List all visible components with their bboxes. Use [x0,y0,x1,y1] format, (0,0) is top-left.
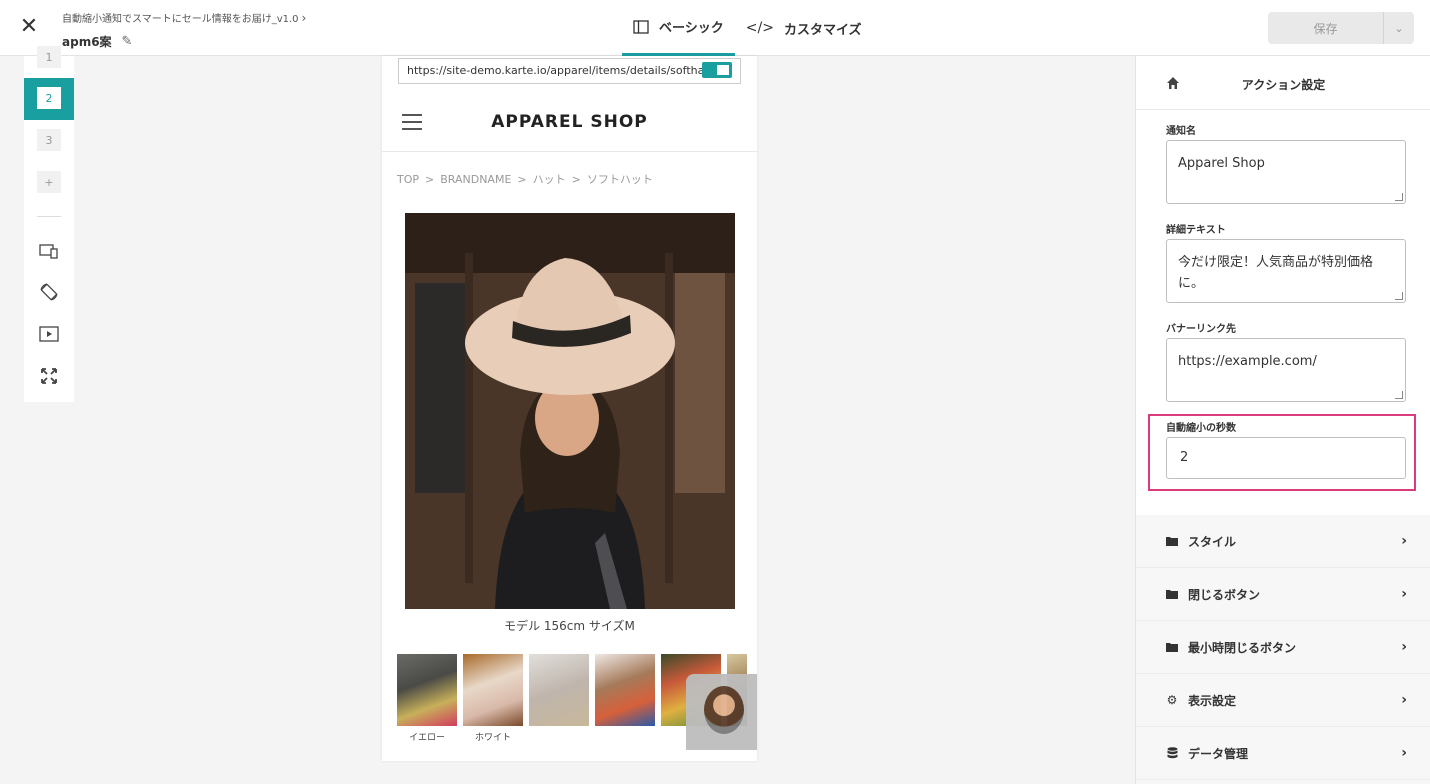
rotate-icon[interactable] [37,280,61,304]
thumbnail-label [529,730,589,742]
campaign-title[interactable]: 自動縮小通知でスマートにセール情報をお届け_v1.0 › [62,10,306,25]
database-icon [1166,747,1178,759]
variant-name: apm6案 [62,35,112,49]
panel-title: アクション設定 [1241,78,1326,92]
notification-name-field[interactable]: Apparel Shop [1166,140,1406,204]
shop-title: APPAREL SHOP [491,112,648,132]
banner-link-field[interactable]: https://example.com/ [1166,338,1406,402]
thumbnail-label: ホワイト [474,733,511,743]
resize-handle[interactable] [1395,391,1403,399]
mode-tabs: ベーシック </> カスタマイズ [622,0,873,56]
breadcrumb-separator: > [425,173,435,186]
thumbnail-image [595,654,655,726]
thumbnail-label [595,730,655,742]
section-label: スタイル [1188,534,1237,549]
chevron-right-icon: › [1401,533,1407,549]
notification-thumbnail [704,686,744,734]
device-toggle-icon[interactable] [37,239,61,263]
site-header: APPAREL SHOP [382,94,757,152]
pencil-icon[interactable]: ✎ [122,34,133,49]
tab-customize-label: カスタマイズ [783,22,862,38]
save-button[interactable]: 保存 [1268,12,1384,44]
section-close-button[interactable]: 閉じるボタン › [1136,568,1430,621]
step-2-button[interactable]: 2 [37,87,61,109]
site-preview: https://site-demo.karte.io/apparel/items… [382,56,757,761]
notification-name-label: 通知名 [1166,126,1196,137]
section-label: 最小時閉じるボタン [1188,640,1297,655]
variant-name-row: apm6案 ✎ [62,33,306,50]
chevron-right-icon: › [1401,745,1407,761]
section-minimized-close-button[interactable]: 最小時閉じるボタン › [1136,621,1430,674]
tab-customize[interactable]: </> カスタマイズ [735,0,873,56]
thumbnail-3[interactable] [529,654,589,742]
breadcrumb: TOP > BRANDNAME > ハット > ソフトハット [397,171,653,187]
step-1-button[interactable]: 1 [37,46,61,68]
chevron-right-icon: › [1401,639,1407,655]
chevron-down-icon[interactable]: ⌄ [1384,12,1414,44]
layout-icon [633,19,649,34]
settings-sections: スタイル › 閉じるボタン › 最小時閉じるボタン › ⚙ 表示設定 › データ… [1136,515,1430,784]
gear-icon: ⚙ [1166,693,1178,707]
banner-link-value: https://example.com/ [1178,354,1317,369]
top-header: ✕ 自動縮小通知でスマートにセール情報をお届け_v1.0 › apm6案 ✎ ベー… [0,0,1430,56]
section-label: データ管理 [1188,746,1249,761]
resize-handle[interactable] [1395,193,1403,201]
url-toggle-switch[interactable] [702,62,732,78]
breadcrumb-separator: > [517,173,527,186]
breadcrumb-separator: > [571,173,581,186]
action-settings-panel: アクション設定 通知名 Apparel Shop 詳細テキスト 今だけ限定！人気… [1135,56,1430,784]
minimized-notification[interactable] [686,674,757,750]
section-display-settings[interactable]: ⚙ 表示設定 › [1136,674,1430,727]
add-step-button[interactable]: + [37,171,61,193]
step-3-button[interactable]: 3 [37,129,61,151]
tab-basic-label: ベーシック [659,21,724,36]
thumbnail-label: イエロー [409,733,445,743]
play-icon[interactable] [37,322,61,346]
campaign-info: 自動縮小通知でスマートにセール情報をお届け_v1.0 › apm6案 ✎ [62,10,306,50]
thumbnail-image [463,654,523,726]
breadcrumb-item[interactable]: ハット [533,173,566,186]
chevron-right-icon: › [301,11,307,25]
campaign-title-text: 自動縮小通知でスマートにセール情報をお届け_v1.0 [62,14,299,25]
breadcrumb-item[interactable]: TOP [397,173,419,186]
detail-text-value: 今だけ限定！人気商品が特別価格に。 [1178,255,1374,291]
close-icon[interactable]: ✕ [18,16,40,40]
expand-icon[interactable] [37,364,61,388]
auto-shrink-seconds-label: 自動縮小の秒数 [1166,423,1236,434]
product-caption: モデル 156cm サイズM [504,619,635,633]
panel-header: アクション設定 [1136,56,1430,110]
auto-shrink-seconds-input[interactable]: 2 [1166,437,1406,479]
thumbnail-white[interactable]: ホワイト [463,654,523,743]
banner-link-label: バナーリンク先 [1166,324,1236,335]
save-button-group: 保存 ⌄ [1268,12,1414,44]
section-label: 閉じるボタン [1188,587,1261,602]
preview-url-bar[interactable]: https://site-demo.karte.io/apparel/items… [398,58,741,84]
folder-icon [1166,588,1178,600]
product-image [405,213,735,609]
section-data-management[interactable]: データ管理 › [1136,727,1430,780]
thumbnail-yellow[interactable]: イエロー [397,654,457,743]
detail-text-field[interactable]: 今だけ限定！人気商品が特別価格に。 [1166,239,1406,303]
thumbnail-image [397,654,457,726]
detail-text-label: 詳細テキスト [1166,225,1226,236]
resize-handle[interactable] [1395,292,1403,300]
toolbar-divider [37,216,61,217]
thumbnail-image [529,654,589,726]
preview-url-text: https://site-demo.karte.io/apparel/items… [407,64,709,77]
section-label: 表示設定 [1188,693,1237,708]
code-icon: </> [745,20,774,36]
section-style[interactable]: スタイル › [1136,515,1430,568]
chevron-right-icon: › [1401,586,1407,602]
notification-name-value: Apparel Shop [1178,156,1265,171]
folder-icon [1166,641,1178,653]
preview-toolbar: 1 2 3 + [24,46,74,402]
thumbnail-4[interactable] [595,654,655,742]
breadcrumb-item[interactable]: BRANDNAME [440,173,511,186]
tab-basic[interactable]: ベーシック [622,0,735,56]
chevron-right-icon: › [1401,692,1407,708]
breadcrumb-item: ソフトハット [586,173,653,186]
folder-icon [1166,535,1178,547]
